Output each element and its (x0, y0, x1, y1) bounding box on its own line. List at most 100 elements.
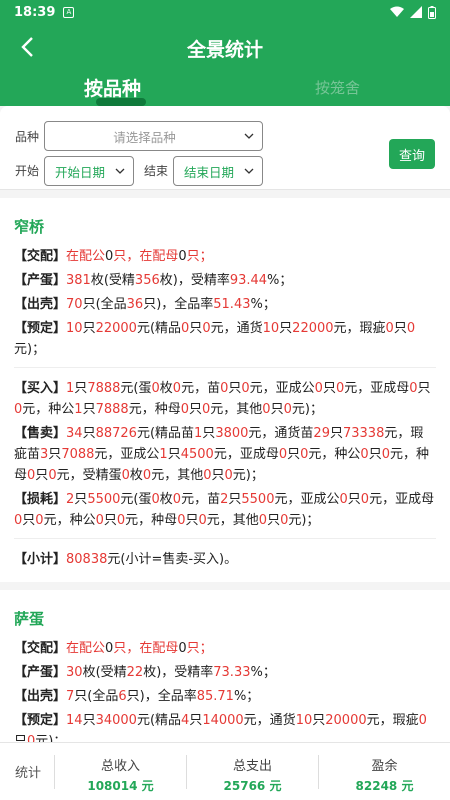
line-number: 88726 (95, 426, 137, 441)
status-icons (390, 5, 436, 19)
line-number: 0 (406, 321, 416, 336)
content-panel[interactable]: 品种 请选择品种 开始 开始日期 结束 结束日期 查询 窄桥 【交配】在配公0只，… (0, 106, 450, 742)
line-text: 只 (267, 513, 281, 528)
line-number: 0 (381, 447, 390, 462)
line-text: 0 (178, 249, 187, 264)
end-date-select[interactable]: 结束日期 (173, 156, 263, 186)
chevron-down-icon (115, 168, 133, 174)
total-expense-value: 25766 元 (223, 778, 282, 793)
start-label: 开始 (15, 164, 40, 178)
line-number: 36 (126, 297, 144, 312)
line-number: 22 (126, 665, 144, 680)
line-key: 【产蛋】 (14, 273, 67, 288)
line-text: 元，种母 (128, 402, 181, 417)
line-number: 34 (66, 426, 83, 441)
line-key: 【小计】 (14, 552, 67, 567)
line-number: 73338 (342, 426, 385, 441)
line-text: 元)； (232, 468, 264, 483)
breed-select[interactable]: 请选择品种 (44, 121, 263, 151)
line-text: 只 (185, 513, 199, 528)
line-number: 0 (151, 492, 160, 507)
line-text: 元，通货 (210, 321, 263, 336)
line-text: 只 (189, 321, 203, 336)
tab-by-breed[interactable]: 按品种 (0, 74, 225, 106)
line-text: 元)； (14, 342, 46, 357)
line-text: 枚(受精 (90, 273, 135, 288)
line-text: %； (233, 689, 260, 704)
line-number: 3800 (215, 426, 249, 441)
line-number: 0 (360, 492, 370, 507)
line-number: 0 (202, 321, 211, 336)
line-number: 0 (180, 402, 189, 417)
line-number: 70 (66, 297, 83, 312)
line-text: 只 (322, 381, 336, 396)
line-hatch: 【出壳】70只(全品36只)，全品率51.43%； (14, 291, 436, 315)
line-text: 枚)，受精率 (143, 665, 214, 680)
line-text: 枚 (129, 468, 143, 483)
line-number: 20000 (325, 713, 367, 728)
line-text: 只 (22, 513, 36, 528)
line-number: 0 (339, 492, 348, 507)
line-number: 5500 (241, 492, 275, 507)
line-text: 只 (14, 734, 28, 742)
line-number: 0 (262, 402, 271, 417)
line-number: 93.44 (229, 273, 268, 288)
page-title: 全景统计 (186, 39, 263, 61)
line-text: 元，苗 (181, 381, 221, 396)
line-text: 只 (167, 447, 181, 462)
line-text: 只)，全品率 (126, 689, 197, 704)
stats-list: 窄桥 【交配】在配公0只，在配母0只； 【产蛋】381枚(受精356枚)，受精率93… (0, 198, 450, 742)
start-date-select[interactable]: 开始日期 (44, 156, 134, 186)
line-number: 0 (151, 381, 160, 396)
line-number: 0 (409, 381, 418, 396)
line-text: 元，亚成母 (344, 381, 410, 396)
line-text: 只 (82, 713, 96, 728)
line-text: 只)，全品率 (143, 297, 214, 312)
line-text: 元，通货苗 (248, 426, 314, 441)
line-text: 元，其他 (151, 468, 204, 483)
wifi-icon (390, 6, 404, 17)
line-number: 14000 (202, 713, 244, 728)
line-text: 只 (312, 713, 326, 728)
line-number: 1 (74, 402, 83, 417)
line-mate: 【交配】在配公0只，在配母0只； (14, 635, 436, 659)
line-text: 元(蛋 (120, 381, 152, 396)
line-number: 4500 (180, 447, 214, 462)
active-tab-indicator (96, 98, 146, 106)
line-number: 只，在配母 (113, 249, 179, 264)
line-text: 元，瑕疵 (366, 713, 419, 728)
line-loss: 【损耗】2只5500元(蛋0枚0元，苗2只5500元，亚成公0只0元，亚成母0只… (14, 486, 436, 531)
line-number: 0 (335, 381, 345, 396)
line-key: 【出壳】 (14, 689, 67, 704)
line-text: %； (267, 273, 293, 288)
line-text: 元，通货 (243, 713, 296, 728)
line-number: 0 (48, 468, 57, 483)
line-text: 只(全品 (74, 689, 119, 704)
line-text: 只 (329, 426, 343, 441)
line-number: 10 (295, 713, 313, 728)
line-number: 14 (66, 713, 83, 728)
breed-name: 窄桥 (14, 218, 45, 236)
line-number: 在配公 (66, 641, 106, 656)
line-text: 元，种公 (43, 513, 96, 528)
line-number: 73.33 (213, 665, 251, 680)
line-text: 元，亚成母 (369, 492, 435, 507)
line-number: 0 (142, 468, 152, 483)
line-text: 元，种母 (125, 513, 178, 528)
tab-by-cage[interactable]: 按笼舍 (225, 74, 450, 106)
start-date-placeholder: 开始日期 (54, 164, 105, 180)
breed-name: 萨蛋 (14, 610, 45, 628)
chevron-down-icon (244, 168, 262, 174)
line-text: 元)； (35, 734, 67, 742)
query-button[interactable]: 查询 (389, 139, 435, 169)
line-text: 只 (270, 402, 284, 417)
line-mate: 【交配】在配公0只，在配母0只； (14, 243, 436, 267)
line-text: 只 (228, 492, 242, 507)
line-text: 元，亚成公 (94, 447, 160, 462)
status-bar: 18:39 A (0, 0, 450, 24)
line-text: 元，其他 (210, 402, 263, 417)
line-text: 元，亚成公 (249, 381, 315, 396)
line-text: 只 (74, 381, 88, 396)
line-text: 只 (202, 426, 216, 441)
line-text: 元(精品 (136, 321, 182, 336)
